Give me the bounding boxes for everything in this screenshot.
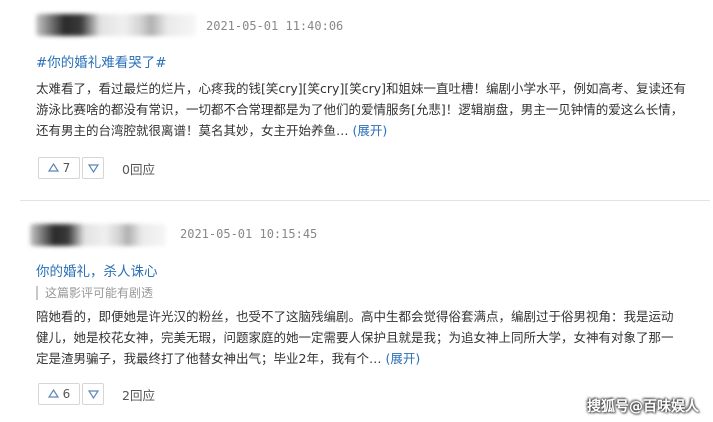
review-text-line: 定是渣男骗子，我最终打了他替女神出气；毕业2年，我有个… (展开) <box>36 348 706 369</box>
reply-count-link[interactable]: 2回应 <box>122 385 155 404</box>
triangle-down-icon <box>87 390 99 400</box>
blurred-user-avatar-and-name[interactable] <box>30 224 166 246</box>
review-card: 2021-05-01 11:40:06 #你的婚礼难看哭了# 太难看了，看过最烂… <box>0 0 713 200</box>
expand-link[interactable]: (展开) <box>353 123 388 138</box>
review-title-link[interactable]: 你的婚礼，杀人诛心 <box>36 260 158 280</box>
review-text-line: 游泳比赛啥的都没有常识，一切都不合常理都是为了他们的爱情服务[允悲]！逻辑崩盘，… <box>36 102 684 117</box>
expand-link[interactable]: (展开) <box>385 351 420 366</box>
blurred-user-avatar-and-name[interactable] <box>36 14 196 36</box>
review-text-fragment: 定是渣男骗子，我最终打了他替女神出气；毕业2年，我有个… <box>36 351 382 366</box>
review-text-line: 还有男主的台湾腔就很离谱！莫名其妙，女主开始养鱼… (展开) <box>36 120 706 141</box>
downvote-button[interactable] <box>82 157 104 179</box>
upvote-button[interactable]: 6 <box>38 383 80 405</box>
review-text-line: 陪她看的，即便她是许光汉的粉丝，也受不了这脑残编剧。高中生都会觉得俗套满点，编剧… <box>36 309 674 324</box>
upvote-count: 7 <box>62 161 71 175</box>
review-text-line: 健儿，她是校花女神，完美无瑕，问题家庭的她一定需要人保护且就是我；为追女神上同所… <box>36 330 674 345</box>
review-date: 2021-05-01 10:15:45 <box>180 227 318 241</box>
source-watermark: 搜狐号@百味娱人 <box>587 399 699 415</box>
review-date: 2021-05-01 11:40:06 <box>206 19 344 33</box>
spoiler-notice: 这篇影评可能有剧透 <box>36 286 153 300</box>
upvote-button[interactable]: 7 <box>38 157 80 179</box>
review-title-link[interactable]: #你的婚礼难看哭了# <box>36 51 167 71</box>
triangle-down-icon <box>87 164 99 174</box>
review-body: 陪她看的，即便她是许光汉的粉丝，也受不了这脑残编剧。高中生都会觉得俗套满点，编剧… <box>36 306 706 369</box>
review-body: 太难看了，看过最烂的烂片，心疼我的钱[笑cry][笑cry][笑cry]和姐妹一… <box>36 78 706 141</box>
upvote-count: 6 <box>62 387 71 401</box>
review-divider <box>20 200 710 201</box>
review-card: 2021-05-01 10:15:45 你的婚礼，杀人诛心 这篇影评可能有剧透 … <box>0 202 713 422</box>
review-text-line: 太难看了，看过最烂的烂片，心疼我的钱[笑cry][笑cry][笑cry]和姐妹一… <box>36 81 686 96</box>
downvote-button[interactable] <box>82 383 104 405</box>
review-text-fragment: 还有男主的台湾腔就很离谱！莫名其妙，女主开始养鱼… <box>36 123 349 138</box>
triangle-up-icon <box>47 162 59 172</box>
triangle-up-icon <box>47 388 59 398</box>
reply-count-link[interactable]: 0回应 <box>122 159 155 178</box>
